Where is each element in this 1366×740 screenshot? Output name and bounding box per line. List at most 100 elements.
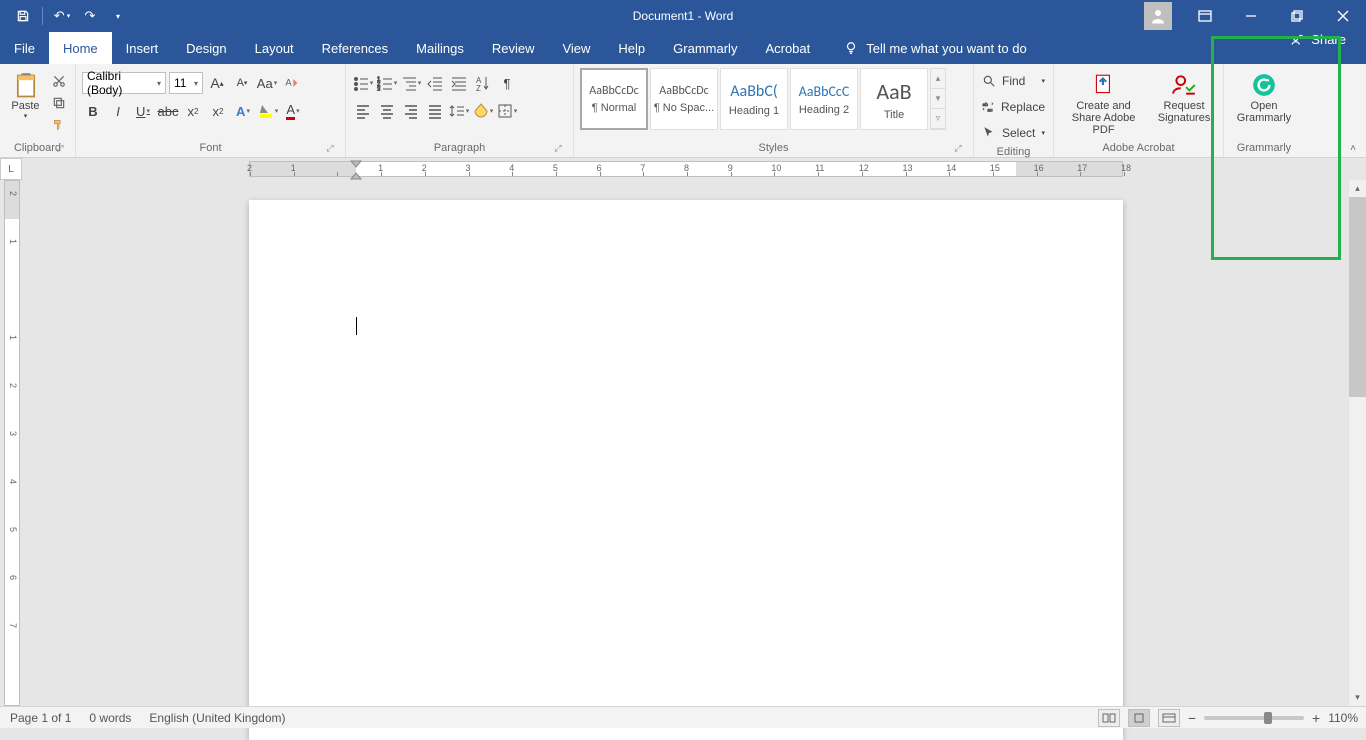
document-page[interactable] bbox=[249, 200, 1123, 740]
scroll-thumb[interactable] bbox=[1349, 197, 1366, 397]
share-icon bbox=[1291, 33, 1305, 47]
styles-expand-icon[interactable]: ▿ bbox=[931, 109, 945, 129]
decrease-indent-icon[interactable] bbox=[424, 72, 446, 94]
tab-view[interactable]: View bbox=[548, 32, 604, 64]
share-button[interactable]: Share bbox=[1291, 32, 1346, 47]
styles-group-label: Styles bbox=[759, 142, 789, 154]
zoom-slider[interactable] bbox=[1204, 716, 1304, 720]
font-color-icon[interactable]: A▾ bbox=[282, 100, 304, 122]
italic-icon[interactable]: I bbox=[107, 100, 129, 122]
increase-indent-icon[interactable] bbox=[448, 72, 470, 94]
styles-launcher-icon[interactable]: ⤢ bbox=[951, 141, 965, 155]
request-signatures-button[interactable]: Request Signatures bbox=[1151, 68, 1217, 140]
select-button[interactable]: Select▾ bbox=[980, 122, 1047, 144]
tab-selector-icon[interactable]: L bbox=[0, 158, 22, 180]
highlight-icon[interactable]: ▾ bbox=[257, 100, 279, 122]
scroll-down-icon[interactable]: ▾ bbox=[1349, 689, 1366, 706]
style-heading2[interactable]: AaBbCcC Heading 2 bbox=[790, 68, 858, 130]
tab-layout[interactable]: Layout bbox=[241, 32, 308, 64]
style-normal[interactable]: AaBbCcDc ¶ Normal bbox=[580, 68, 648, 130]
tab-mailings[interactable]: Mailings bbox=[402, 32, 478, 64]
styles-scroll-down-icon[interactable]: ▾ bbox=[931, 89, 945, 109]
qat-customize-icon[interactable]: ▾ bbox=[105, 3, 131, 29]
tab-grammarly[interactable]: Grammarly bbox=[659, 32, 751, 64]
grow-font-icon[interactable]: A▴ bbox=[206, 72, 228, 94]
read-mode-icon[interactable] bbox=[1098, 709, 1120, 727]
status-page[interactable]: Page 1 of 1 bbox=[10, 711, 71, 725]
status-language[interactable]: English (United Kingdom) bbox=[149, 711, 285, 725]
zoom-in-icon[interactable]: + bbox=[1312, 710, 1320, 726]
tab-references[interactable]: References bbox=[308, 32, 402, 64]
borders-icon[interactable]: ▾ bbox=[496, 100, 518, 122]
numbering-icon[interactable]: 123▾ bbox=[376, 72, 398, 94]
style-heading1[interactable]: AaBbC( Heading 1 bbox=[720, 68, 788, 130]
underline-icon[interactable]: U▾ bbox=[132, 100, 154, 122]
print-layout-icon[interactable] bbox=[1128, 709, 1150, 727]
tab-file[interactable]: File bbox=[0, 32, 49, 64]
subscript-icon[interactable]: x2 bbox=[182, 100, 204, 122]
strikethrough-icon[interactable]: abc bbox=[157, 100, 179, 122]
tab-insert[interactable]: Insert bbox=[112, 32, 173, 64]
find-button[interactable]: Find▾ bbox=[980, 70, 1047, 92]
align-right-icon[interactable] bbox=[400, 100, 422, 122]
line-spacing-icon[interactable]: ▾ bbox=[448, 100, 470, 122]
indent-marker-icon[interactable] bbox=[350, 160, 362, 180]
multilevel-list-icon[interactable]: ▾ bbox=[400, 72, 422, 94]
format-painter-icon[interactable] bbox=[49, 116, 69, 134]
shading-icon[interactable]: ▾ bbox=[472, 100, 494, 122]
svg-text:3: 3 bbox=[377, 87, 381, 91]
justify-icon[interactable] bbox=[424, 100, 446, 122]
replace-button[interactable]: abacReplace bbox=[980, 96, 1047, 118]
shrink-font-icon[interactable]: A▾ bbox=[231, 72, 253, 94]
paragraph-launcher-icon[interactable]: ⤢ bbox=[551, 141, 565, 155]
vertical-ruler[interactable]: 211234567 bbox=[4, 180, 20, 706]
tab-acrobat[interactable]: Acrobat bbox=[751, 32, 824, 64]
account-icon[interactable] bbox=[1144, 2, 1172, 30]
save-icon[interactable] bbox=[10, 3, 36, 29]
tell-me-search[interactable]: Tell me what you want to do bbox=[844, 32, 1026, 64]
sort-icon[interactable]: AZ bbox=[472, 72, 494, 94]
zoom-out-icon[interactable]: − bbox=[1188, 710, 1196, 726]
status-words[interactable]: 0 words bbox=[89, 711, 131, 725]
styles-scroll[interactable]: ▴ ▾ ▿ bbox=[930, 68, 946, 130]
ribbon-display-options-icon[interactable] bbox=[1182, 0, 1228, 32]
bullets-icon[interactable]: ▾ bbox=[352, 72, 374, 94]
font-launcher-icon[interactable]: ⤢ bbox=[323, 141, 337, 155]
copy-icon[interactable] bbox=[49, 94, 69, 112]
clipboard-launcher-icon[interactable]: ⤢ bbox=[53, 141, 67, 155]
redo-icon[interactable]: ↷ bbox=[77, 3, 103, 29]
text-effects-icon[interactable]: A▾ bbox=[232, 100, 254, 122]
zoom-level[interactable]: 110% bbox=[1328, 711, 1358, 725]
vertical-scrollbar[interactable]: ▴ ▾ bbox=[1349, 180, 1366, 706]
cut-icon[interactable] bbox=[49, 72, 69, 90]
clear-formatting-icon[interactable]: A bbox=[281, 72, 303, 94]
tab-help[interactable]: Help bbox=[604, 32, 659, 64]
style-title[interactable]: AaB Title bbox=[860, 68, 928, 130]
undo-icon[interactable]: ↶▾ bbox=[49, 3, 75, 29]
font-size-select[interactable]: 11▾ bbox=[169, 72, 203, 94]
style-no-spacing[interactable]: AaBbCcDc ¶ No Spac... bbox=[650, 68, 718, 130]
align-left-icon[interactable] bbox=[352, 100, 374, 122]
font-name-select[interactable]: Calibri (Body)▾ bbox=[82, 72, 166, 94]
horizontal-ruler[interactable]: 21123456789101112131415161718 bbox=[249, 161, 1123, 177]
superscript-icon[interactable]: x2 bbox=[207, 100, 229, 122]
ruler-row: L 21123456789101112131415161718 bbox=[0, 158, 1366, 180]
show-marks-icon[interactable]: ¶ bbox=[496, 72, 518, 94]
tab-review[interactable]: Review bbox=[478, 32, 549, 64]
scroll-up-icon[interactable]: ▴ bbox=[1349, 180, 1366, 197]
minimize-icon[interactable] bbox=[1228, 0, 1274, 32]
restore-icon[interactable] bbox=[1274, 0, 1320, 32]
paste-button[interactable]: Paste ▾ bbox=[6, 68, 45, 140]
web-layout-icon[interactable] bbox=[1158, 709, 1180, 727]
create-share-pdf-button[interactable]: Create and Share Adobe PDF bbox=[1060, 68, 1147, 140]
align-center-icon[interactable] bbox=[376, 100, 398, 122]
change-case-icon[interactable]: Aa▾ bbox=[256, 72, 278, 94]
tab-home[interactable]: Home bbox=[49, 32, 112, 64]
styles-scroll-up-icon[interactable]: ▴ bbox=[931, 69, 945, 89]
close-icon[interactable] bbox=[1320, 0, 1366, 32]
tab-design[interactable]: Design bbox=[172, 32, 240, 64]
svg-text:Z: Z bbox=[476, 84, 481, 91]
collapse-ribbon-icon[interactable]: ˄ bbox=[1346, 141, 1360, 155]
bold-icon[interactable]: B bbox=[82, 100, 104, 122]
open-grammarly-button[interactable]: Open Grammarly bbox=[1230, 68, 1298, 124]
